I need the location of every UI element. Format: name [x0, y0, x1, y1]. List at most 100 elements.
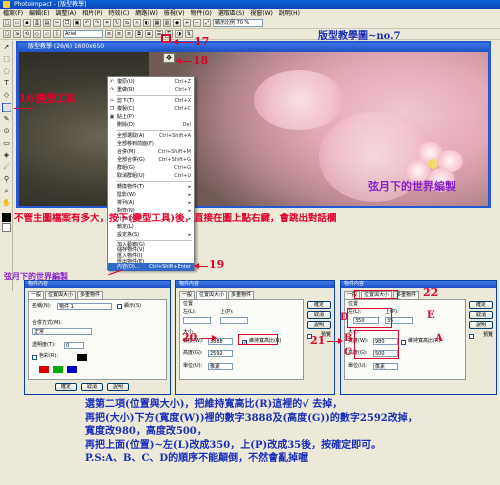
- color-swatch-blue[interactable]: [67, 366, 77, 373]
- merge-select[interactable]: 正常: [32, 328, 92, 335]
- paste-icon[interactable]: ▣: [73, 19, 81, 27]
- menu-item-shadow[interactable]: 陰影(W) ▸: [108, 191, 194, 199]
- align-left-icon[interactable]: ≡: [105, 30, 113, 38]
- menu-object[interactable]: 物件(O): [190, 10, 211, 17]
- foreground-color-swatch[interactable]: [2, 213, 11, 222]
- tab-general[interactable]: 一般: [179, 291, 196, 299]
- arrange-icon[interactable]: ⇅: [185, 30, 193, 38]
- eyedropper-tool-icon[interactable]: ⚲: [2, 175, 11, 184]
- transform-tool-icon[interactable]: ⬜: [2, 103, 12, 112]
- shadow-icon[interactable]: ◑: [175, 30, 183, 38]
- flip-icon[interactable]: ⇆: [123, 19, 131, 27]
- fit-icon[interactable]: ⤢: [203, 19, 211, 27]
- unit-select[interactable]: 像素: [208, 363, 233, 370]
- clone-tool-icon[interactable]: ⊙: [2, 127, 11, 136]
- menu-item-merge[interactable]: 合併(M) Ctrl+Shift+M: [108, 148, 194, 156]
- menu-item-select-all[interactable]: 全部選取(A) Ctrl+Shift+A: [108, 132, 194, 140]
- color-icon[interactable]: ◐: [143, 19, 151, 27]
- retouch-tool-icon[interactable]: ☄: [2, 163, 11, 172]
- color-swatch-green[interactable]: [53, 366, 63, 373]
- slant-icon[interactable]: ▱: [43, 30, 51, 38]
- menu-item-ungroup[interactable]: 取消群組(U) Ctrl+U: [108, 172, 194, 180]
- perspective-icon[interactable]: ◇: [33, 30, 41, 38]
- menu-item-paste[interactable]: ▣ 貼上(P): [108, 113, 194, 121]
- cancel-button[interactable]: 取消: [469, 311, 493, 319]
- tab-position-size[interactable]: 位置與大小: [45, 291, 77, 299]
- color-swatch-black[interactable]: [77, 354, 87, 361]
- cancel-button[interactable]: 取消: [81, 383, 103, 391]
- color-checkbox[interactable]: [32, 355, 37, 360]
- menu-item-group[interactable]: 群組(G) Ctrl+G: [108, 164, 194, 172]
- background-color-swatch[interactable]: [2, 223, 11, 232]
- redo-icon[interactable]: ↷: [93, 19, 101, 27]
- layers-icon[interactable]: ▦: [153, 19, 161, 27]
- name-field[interactable]: 物件 1: [57, 303, 112, 310]
- align-center-icon[interactable]: ≡: [115, 30, 123, 38]
- top-field[interactable]: [220, 317, 248, 324]
- brush-tool-icon[interactable]: ✎: [2, 115, 11, 124]
- style-combo[interactable]: Arial: [63, 30, 103, 38]
- help-button[interactable]: 說明: [307, 321, 331, 329]
- menu-web[interactable]: 網路(W): [135, 10, 158, 17]
- help-button[interactable]: 說明: [107, 383, 129, 391]
- menu-window[interactable]: 視窗(W): [250, 10, 273, 17]
- menu-view[interactable]: 檢視(V): [164, 10, 185, 17]
- object-icon[interactable]: ◆: [173, 19, 181, 27]
- new-file-icon[interactable]: □: [3, 19, 11, 27]
- keep-ratio-checkbox[interactable]: [401, 340, 406, 345]
- help-button[interactable]: 說明: [469, 321, 493, 329]
- tab-position-size[interactable]: 位置與大小: [196, 291, 228, 299]
- text-tool-icon[interactable]: T: [2, 79, 11, 88]
- pick-tool-icon[interactable]: ➚: [2, 43, 11, 52]
- transform-mode-icon[interactable]: ▢: [3, 30, 11, 38]
- menu-edit[interactable]: 編輯(E): [29, 10, 49, 17]
- zoom-out-icon[interactable]: −: [193, 19, 201, 27]
- menu-item-delete[interactable]: 刪除(D) Del: [108, 121, 194, 129]
- menu-item-redo[interactable]: ↷ 重做(R) Ctrl+Y: [108, 86, 194, 94]
- menu-item-convert[interactable]: 轉換物件(T) ▸: [108, 183, 194, 191]
- ok-button[interactable]: 確定: [55, 383, 77, 391]
- menu-item-undo[interactable]: ↶ 復原(U) Ctrl+Z: [108, 78, 194, 86]
- eraser-tool-icon[interactable]: ▭: [2, 139, 11, 148]
- save-icon[interactable]: ▪: [23, 19, 31, 27]
- copy-icon[interactable]: ❐: [63, 19, 71, 27]
- tab-multi-object[interactable]: 多重物件: [228, 291, 255, 299]
- menu-selection[interactable]: 選取區(S): [218, 10, 245, 17]
- menu-item-bring-front[interactable]: 全部移到前面(F): [108, 140, 194, 148]
- resize-icon[interactable]: ⇲: [13, 30, 21, 38]
- crop-icon[interactable]: ⌗: [103, 19, 111, 27]
- menu-item-cut[interactable]: ✂ 剪下(T) Ctrl+X: [108, 97, 194, 105]
- ok-button[interactable]: 確定: [469, 301, 493, 309]
- lasso-tool-icon[interactable]: ◌: [2, 67, 11, 76]
- scan-icon[interactable]: ▤: [43, 19, 51, 27]
- tab-multi-object[interactable]: 多重物件: [77, 291, 104, 299]
- menu-file[interactable]: 檔案(F): [3, 10, 23, 17]
- cancel-button[interactable]: 取消: [307, 311, 331, 319]
- print-icon[interactable]: ⎙: [33, 19, 41, 27]
- zoom-combo[interactable]: 顯示比例 70 %: [213, 19, 263, 27]
- enhance-icon[interactable]: ☼: [133, 19, 141, 27]
- menu-help[interactable]: 說明(H): [279, 10, 300, 17]
- zoom-tool-icon[interactable]: ⌕: [2, 187, 11, 196]
- rotate-icon[interactable]: ↻: [113, 19, 121, 27]
- selection-tool-icon[interactable]: ⬚: [2, 55, 11, 64]
- path-tool-icon[interactable]: ◇: [2, 91, 11, 100]
- menu-item-merge-all[interactable]: 全部合併(G) Ctrl+Shift+G: [108, 156, 194, 164]
- distort-icon[interactable]: ◊: [53, 30, 61, 38]
- menu-adjust[interactable]: 調整(A): [55, 10, 76, 17]
- hand-tool-icon[interactable]: ✋: [2, 199, 11, 208]
- fill-tool-icon[interactable]: ◈: [2, 151, 11, 160]
- menu-item-set-as[interactable]: 設定為(S) ▸: [108, 231, 194, 239]
- align-right-icon[interactable]: ≡: [125, 30, 133, 38]
- grid-icon[interactable]: ▥: [163, 19, 171, 27]
- ungroup-icon[interactable]: ⧈: [145, 30, 153, 38]
- open-folder-icon[interactable]: ▭: [13, 19, 21, 27]
- undo-icon[interactable]: ↶: [83, 19, 91, 27]
- cut-icon[interactable]: ✂: [53, 19, 61, 27]
- left-field[interactable]: [183, 317, 211, 324]
- menu-photo[interactable]: 相片(P): [82, 10, 102, 17]
- rotate-free-icon[interactable]: ⟲: [23, 30, 31, 38]
- show-checkbox[interactable]: [117, 304, 122, 309]
- color-swatch-red[interactable]: [39, 366, 49, 373]
- height-field[interactable]: 2592: [208, 350, 233, 357]
